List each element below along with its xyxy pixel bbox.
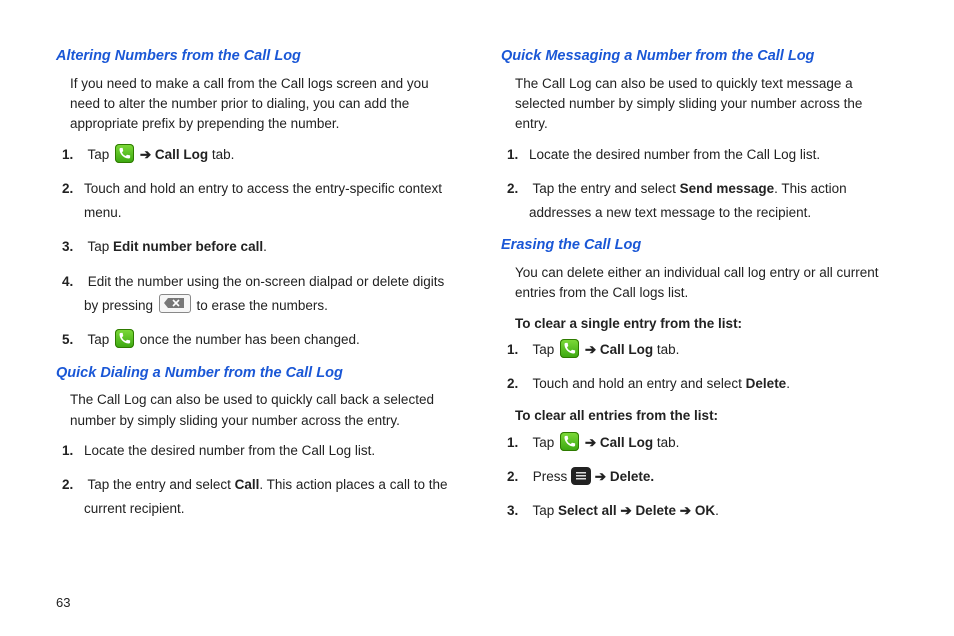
bold: Call Log bbox=[600, 435, 653, 450]
text: tab. bbox=[653, 435, 679, 450]
right-column: Quick Messaging a Number from the Call L… bbox=[501, 40, 898, 616]
text: Tap bbox=[88, 239, 114, 254]
text: tab. bbox=[208, 147, 234, 162]
bold: Call Log bbox=[155, 147, 208, 162]
bold: Call bbox=[235, 477, 260, 492]
arrow-icon: ➔ bbox=[585, 435, 596, 450]
bold: Delete bbox=[746, 376, 787, 391]
text: Tap bbox=[88, 332, 114, 347]
bold: OK bbox=[695, 503, 715, 518]
subhead-clear-single: To clear a single entry from the list: bbox=[501, 314, 898, 334]
text: . bbox=[786, 376, 790, 391]
text: Tap bbox=[533, 435, 559, 450]
arrow-icon: ➔ bbox=[620, 503, 631, 518]
steps-clear-single: Tap ➔ Call Log tab. Touch and hold an en… bbox=[501, 338, 898, 397]
text: Touch and hold an entry and select bbox=[533, 376, 746, 391]
intro-quick-dialing: The Call Log can also be used to quickly… bbox=[56, 390, 453, 431]
text: to erase the numbers. bbox=[193, 298, 328, 313]
arrow-icon: ➔ bbox=[585, 342, 596, 357]
text: . bbox=[263, 239, 267, 254]
step: Tap the entry and select Call. This acti… bbox=[84, 473, 453, 522]
arrow-icon: ➔ bbox=[680, 503, 691, 518]
subhead-clear-all: To clear all entries from the list: bbox=[501, 406, 898, 426]
text: Tap the entry and select bbox=[533, 181, 680, 196]
backspace-icon bbox=[159, 294, 191, 313]
step: Tap the entry and select Send message. T… bbox=[529, 177, 898, 226]
arrow-icon: ➔ bbox=[595, 469, 606, 484]
bold: Delete bbox=[635, 503, 676, 518]
text: . bbox=[715, 503, 719, 518]
page-number: 63 bbox=[56, 595, 70, 610]
text: tab. bbox=[653, 342, 679, 357]
menu-icon bbox=[571, 467, 591, 485]
phone-icon bbox=[560, 339, 579, 358]
bold: Select all bbox=[558, 503, 617, 518]
heading-altering-numbers: Altering Numbers from the Call Log bbox=[56, 46, 453, 68]
bold: Delete. bbox=[610, 469, 654, 484]
text: Press bbox=[533, 469, 571, 484]
steps-clear-all: Tap ➔ Call Log tab. Press ➔ Delete. Tap … bbox=[501, 431, 898, 524]
text: Tap bbox=[533, 342, 559, 357]
bold: Call Log bbox=[600, 342, 653, 357]
step: Tap once the number has been changed. bbox=[84, 328, 453, 352]
intro-erasing: You can delete either an individual call… bbox=[501, 263, 898, 304]
bold: Send message bbox=[680, 181, 775, 196]
step: Locate the desired number from the Call … bbox=[84, 439, 453, 463]
intro-quick-messaging: The Call Log can also be used to quickly… bbox=[501, 74, 898, 135]
phone-icon bbox=[115, 144, 134, 163]
step: Tap ➔ Call Log tab. bbox=[529, 338, 898, 362]
step: Tap ➔ Call Log tab. bbox=[529, 431, 898, 455]
text: Tap bbox=[88, 147, 114, 162]
step: Edit the number using the on-screen dial… bbox=[84, 270, 453, 319]
step: Press ➔ Delete. bbox=[529, 465, 898, 489]
text: Tap bbox=[533, 503, 559, 518]
arrow-icon: ➔ bbox=[140, 147, 151, 162]
step: Touch and hold an entry to access the en… bbox=[84, 177, 453, 226]
phone-icon bbox=[115, 329, 134, 348]
steps-quick-dialing: Locate the desired number from the Call … bbox=[56, 439, 453, 522]
intro-altering: If you need to make a call from the Call… bbox=[56, 74, 453, 135]
heading-erasing: Erasing the Call Log bbox=[501, 235, 898, 257]
step: Touch and hold an entry and select Delet… bbox=[529, 372, 898, 396]
step: Tap Edit number before call. bbox=[84, 235, 453, 259]
bold: Edit number before call bbox=[113, 239, 263, 254]
phone-icon bbox=[560, 432, 579, 451]
step: Tap Select all ➔ Delete ➔ OK. bbox=[529, 499, 898, 523]
heading-quick-dialing: Quick Dialing a Number from the Call Log bbox=[56, 363, 453, 385]
text: Tap the entry and select bbox=[88, 477, 235, 492]
text: once the number has been changed. bbox=[136, 332, 360, 347]
left-column: Altering Numbers from the Call Log If yo… bbox=[56, 40, 453, 616]
steps-altering: Tap ➔ Call Log tab. Touch and hold an en… bbox=[56, 143, 453, 353]
heading-quick-messaging: Quick Messaging a Number from the Call L… bbox=[501, 46, 898, 68]
steps-quick-messaging: Locate the desired number from the Call … bbox=[501, 143, 898, 226]
step: Tap ➔ Call Log tab. bbox=[84, 143, 453, 167]
step: Locate the desired number from the Call … bbox=[529, 143, 898, 167]
